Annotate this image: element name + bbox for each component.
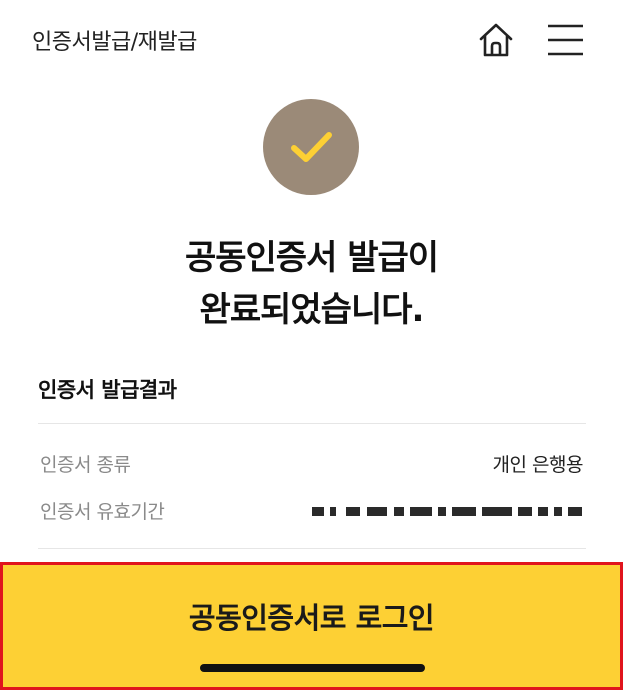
menu-button[interactable]: [543, 18, 587, 62]
check-icon: [291, 132, 332, 162]
cert-type-label: 인증서 종류: [40, 454, 131, 476]
result-section-title: 인증서 발급결과: [38, 378, 177, 402]
divider: [38, 548, 586, 549]
completion-message-line1: 공동인증서 발급이: [184, 238, 439, 278]
page-title: 인증서발급/재발급: [32, 30, 197, 55]
home-icon: [479, 23, 513, 57]
cert-validity-label: 인증서 유효기간: [40, 501, 165, 523]
app-header: 인증서발급/재발급: [0, 0, 623, 80]
login-button-label: 공동인증서로 로그인: [188, 601, 435, 635]
login-with-certificate-button[interactable]: 공동인증서로 로그인: [0, 562, 623, 690]
hamburger-menu-icon: [548, 24, 583, 56]
cert-validity-value-redacted: [312, 500, 582, 522]
divider: [38, 423, 586, 424]
cert-type-value: 개인 은행용: [492, 454, 584, 476]
success-badge: [263, 99, 359, 195]
completion-message: 공동인증서 발급이 완료되었습니다.: [0, 232, 623, 336]
home-button[interactable]: [474, 18, 518, 62]
completion-message-line2: 완료되었습니다.: [199, 290, 425, 330]
home-indicator-bar: [200, 664, 425, 672]
